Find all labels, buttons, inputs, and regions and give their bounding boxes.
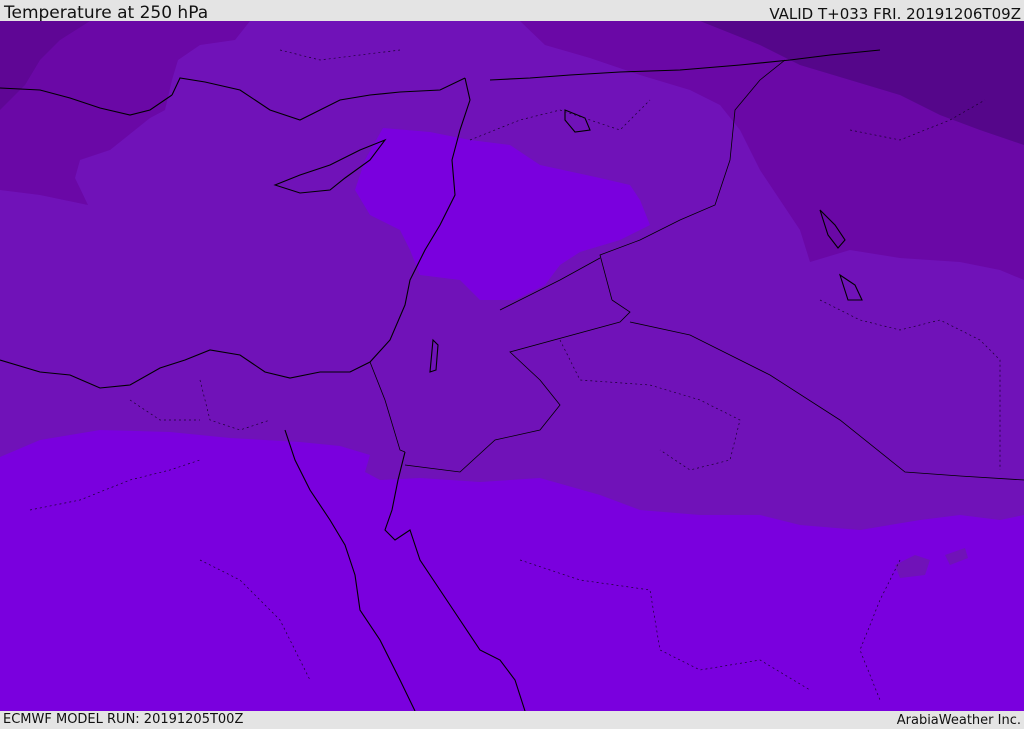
temperature-map[interactable] <box>0 21 1024 711</box>
credit-label: ArabiaWeather Inc. <box>896 713 1021 728</box>
map-title: Temperature at 250 hPa <box>4 3 209 23</box>
title-bar: Temperature at 250 hPa VALID T+033 FRI. … <box>0 0 1024 23</box>
model-run-label: ECMWF MODEL RUN: 20191205T00Z <box>3 712 244 727</box>
footer-bar: ECMWF MODEL RUN: 20191205T00Z ArabiaWeat… <box>0 711 1024 729</box>
